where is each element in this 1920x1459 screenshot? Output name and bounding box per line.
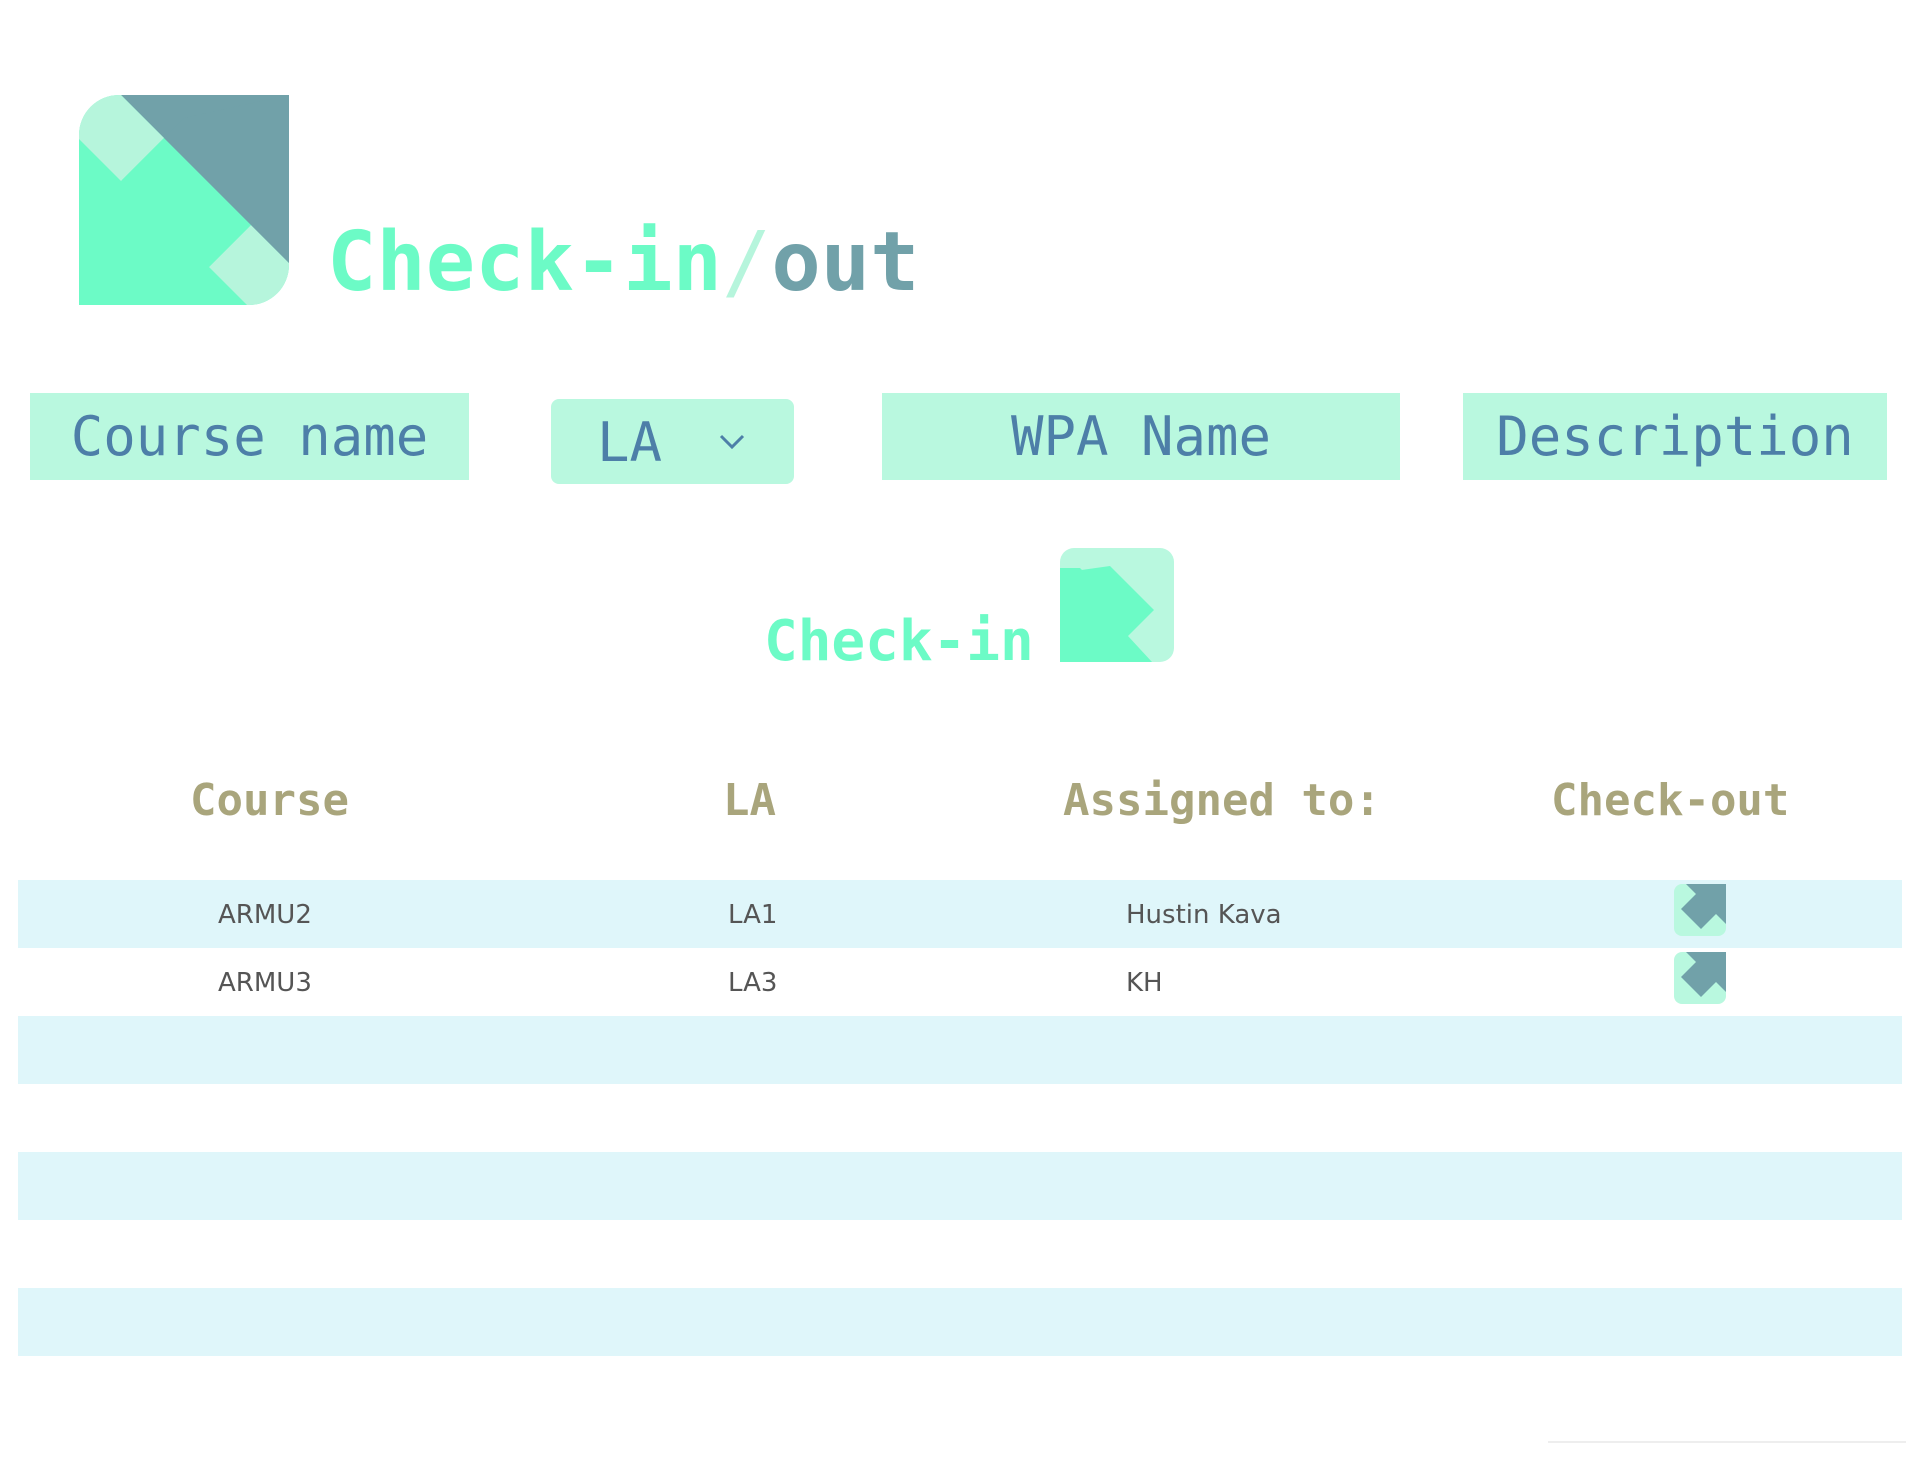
- cell-assigned-to: KH: [1126, 968, 1163, 998]
- table-row-empty: [18, 1016, 1902, 1084]
- cell-la: LA3: [728, 968, 778, 998]
- course-name-field[interactable]: Course name: [30, 393, 469, 480]
- title-check-in: Check-in: [327, 215, 722, 310]
- column-header-check-out: Check-out: [1551, 775, 1790, 826]
- description-label: Description: [1496, 405, 1854, 468]
- la-select[interactable]: LA: [551, 399, 794, 484]
- column-header-la: LA: [723, 775, 776, 826]
- column-header-assigned-to: Assigned to:: [1063, 775, 1381, 826]
- table-row: ARMU3 LA3 KH: [18, 948, 1902, 1016]
- table-row-empty: [18, 1220, 1902, 1288]
- check-in-label: Check-in: [764, 609, 1034, 674]
- cell-course: ARMU3: [218, 968, 312, 998]
- page-title: Check-in/out: [327, 222, 919, 304]
- check-in-button[interactable]: Check-in: [764, 548, 1174, 670]
- table-row: ARMU2 LA1 Hustin Kava: [18, 880, 1902, 948]
- table-row-empty: [18, 1152, 1902, 1220]
- cell-assigned-to: Hustin Kava: [1126, 900, 1282, 930]
- course-name-label: Course name: [70, 405, 429, 468]
- assignment-table: ARMU2 LA1 Hustin Kava ARMU3 LA3 KH: [18, 880, 1902, 1356]
- check-in-arrow-icon: [1059, 548, 1174, 662]
- cell-la: LA1: [728, 900, 778, 930]
- chevron-down-icon: [719, 434, 745, 450]
- column-header-course: Course: [190, 775, 349, 826]
- description-field[interactable]: Description: [1463, 393, 1887, 480]
- la-select-label: LA: [597, 411, 663, 474]
- cell-course: ARMU2: [218, 900, 312, 930]
- check-out-arrow-icon[interactable]: [1674, 884, 1726, 936]
- table-row-empty: [18, 1084, 1902, 1152]
- divider: [1548, 1441, 1906, 1443]
- title-separator: /: [721, 215, 772, 310]
- check-in-out-logo-icon: [79, 95, 289, 305]
- check-out-arrow-icon[interactable]: [1674, 952, 1726, 1004]
- wpa-name-label: WPA Name: [1010, 405, 1272, 468]
- table-row-empty: [18, 1288, 1902, 1356]
- title-out: out: [771, 215, 920, 310]
- wpa-name-field[interactable]: WPA Name: [882, 393, 1400, 480]
